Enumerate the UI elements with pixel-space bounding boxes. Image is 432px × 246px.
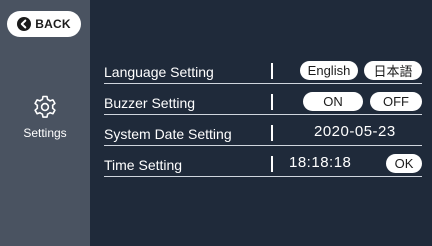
row-underline	[104, 83, 422, 84]
divider	[271, 63, 273, 79]
language-setting-label: Language Setting	[104, 64, 214, 80]
system-date-setting-label: System Date Setting	[104, 126, 232, 142]
time-value[interactable]: 18:18:18	[289, 154, 351, 171]
system-date-value[interactable]: 2020-05-23	[314, 123, 396, 140]
language-setting-row: Language Setting English 日本語	[104, 60, 422, 84]
back-button[interactable]: BACK	[7, 11, 81, 37]
buzzer-off-button[interactable]: OFF	[370, 92, 422, 111]
back-arrow-icon	[17, 17, 32, 31]
english-button[interactable]: English	[300, 61, 358, 80]
buzzer-on-button[interactable]: ON	[303, 92, 363, 111]
buzzer-setting-label: Buzzer Setting	[104, 95, 196, 111]
divider	[271, 156, 273, 172]
divider	[271, 125, 273, 141]
row-underline	[104, 114, 422, 115]
settings-panel: Language Setting English 日本語 Buzzer Sett…	[90, 0, 432, 246]
sidebar: BACK Settings	[0, 0, 90, 246]
settings-screen: BACK Settings Language Setting English 日…	[0, 0, 432, 246]
row-underline	[104, 145, 422, 146]
back-button-label: BACK	[35, 17, 71, 31]
sidebar-item-settings[interactable]: Settings	[0, 94, 90, 144]
gear-icon	[32, 94, 58, 120]
sidebar-item-label: Settings	[23, 126, 67, 140]
time-ok-button[interactable]: OK	[386, 154, 422, 173]
system-date-setting-row: System Date Setting 2020-05-23	[104, 122, 422, 146]
divider	[271, 94, 273, 110]
time-setting-row: Time Setting 18:18:18 OK	[104, 153, 422, 177]
row-underline	[104, 176, 422, 177]
buzzer-setting-row: Buzzer Setting ON OFF	[104, 91, 422, 115]
japanese-button[interactable]: 日本語	[364, 61, 422, 80]
time-setting-label: Time Setting	[104, 157, 183, 173]
